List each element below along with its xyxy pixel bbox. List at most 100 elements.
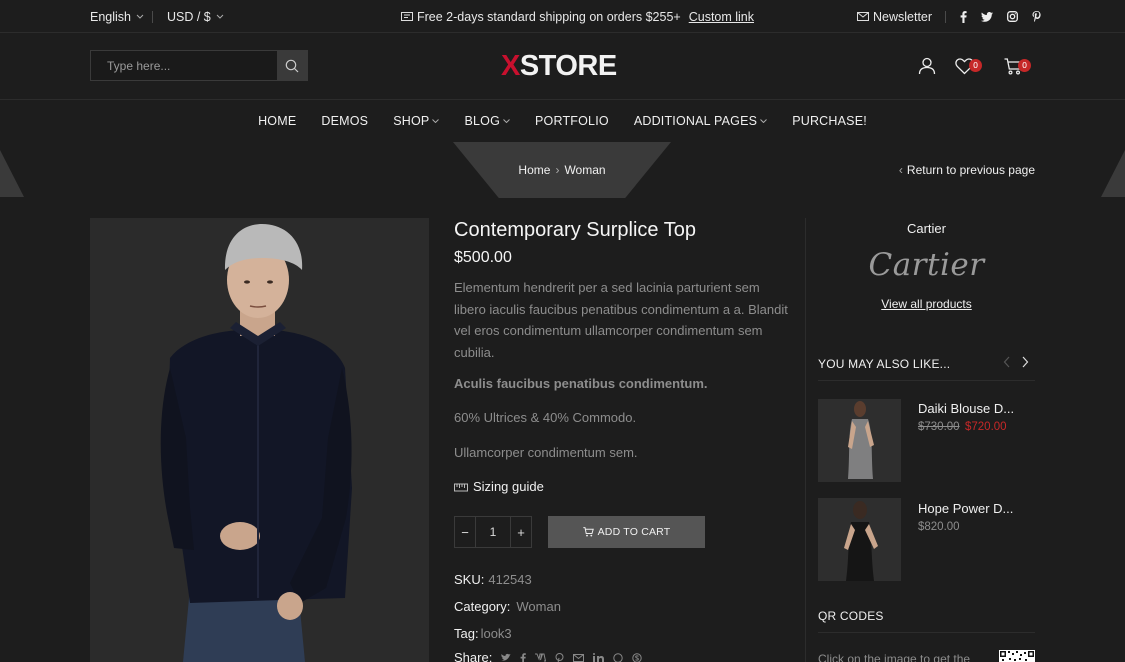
sizing-guide-link[interactable]: Sizing guide (454, 479, 544, 494)
decrease-button[interactable]: − (455, 517, 475, 547)
breadcrumb-separator: › (555, 163, 560, 177)
account-button[interactable] (915, 54, 939, 78)
product-thumbnail[interactable] (818, 498, 901, 581)
vk-icon[interactable] (535, 653, 547, 662)
nav-label: SHOP (393, 114, 430, 128)
currency-selector[interactable]: USD / $ (167, 0, 224, 33)
product-thumbnail-photo (818, 498, 901, 581)
product-image[interactable] (90, 218, 429, 662)
search-input[interactable] (91, 51, 278, 80)
chevron-down-icon (503, 119, 510, 123)
share-row: Share: (454, 650, 643, 662)
divider (945, 11, 946, 23)
twitter-icon[interactable] (981, 11, 993, 22)
nav-label: PORTFOLIO (535, 114, 609, 128)
social-links (960, 0, 1041, 33)
related-item-price: $820.00 (918, 521, 960, 533)
instagram-icon[interactable] (1007, 11, 1018, 22)
breadcrumb-current[interactable]: Woman (564, 163, 605, 177)
nav-label: HOME (258, 114, 297, 128)
product-thumbnail-photo (818, 399, 901, 482)
sku-row: SKU: 412543 (454, 572, 532, 587)
qr-code-image[interactable] (999, 650, 1035, 662)
brand-logo[interactable]: Cartier (818, 247, 1035, 283)
nav-item-home[interactable]: HOME (258, 114, 296, 128)
facebook-icon[interactable] (960, 10, 967, 23)
return-label: Return to previous page (906, 163, 1035, 177)
product-photo (90, 218, 429, 662)
decor-triangle-left (0, 150, 24, 197)
return-link[interactable]: ‹ Return to previous page (880, 160, 1035, 180)
chevron-left-icon[interactable] (1003, 356, 1011, 368)
breadcrumb-home[interactable]: Home (518, 163, 550, 177)
qr-codes-title: QR CODES (818, 609, 884, 623)
breadcrumb: Home › Woman (453, 142, 671, 198)
you-may-also-like-title: YOU MAY ALSO LIKE... (818, 357, 951, 371)
envelope-icon (857, 12, 869, 21)
cart-count-badge: 0 (1018, 59, 1031, 72)
nav-label: BLOG (464, 114, 500, 128)
ticket-icon (401, 12, 413, 21)
product-thumbnail[interactable] (818, 399, 901, 482)
section-divider (818, 380, 1035, 381)
product-highlight: Aculis faucibus penatibus condimentum. (454, 376, 708, 391)
tag-link[interactable]: look3 (481, 626, 512, 641)
product-description: Elementum hendrerit per a sed lacinia pa… (454, 280, 788, 360)
chevron-left-icon: ‹ (898, 163, 903, 177)
currency-label: USD / $ (167, 9, 211, 24)
add-to-cart-label: ADD TO CART (597, 526, 671, 538)
quantity-input[interactable]: 1 (475, 517, 511, 547)
quantity-stepper: − 1 + (454, 516, 532, 548)
sidebar-divider (805, 218, 806, 662)
logo-x: X (501, 49, 520, 82)
main-nav: HOME DEMOS SHOP BLOG PORTFOLIO ADDITIONA… (0, 101, 1125, 141)
category-link[interactable]: Woman (516, 599, 561, 614)
chevron-down-icon (760, 119, 768, 123)
brand-name: Cartier (906, 221, 946, 236)
nav-item-shop[interactable]: SHOP (393, 114, 440, 128)
language-label: English (90, 9, 131, 24)
nav-item-portfolio[interactable]: PORTFOLIO (535, 114, 609, 128)
facebook-icon[interactable] (520, 652, 527, 662)
user-icon (918, 57, 936, 75)
newsletter-link[interactable]: Newsletter (857, 0, 932, 33)
share-label: Share: (454, 650, 493, 662)
logo-text: STORE (519, 49, 617, 82)
qr-instruction: Click on the image to get the (818, 652, 971, 662)
related-item-name[interactable]: Daiki Blouse D... (918, 401, 1014, 416)
tag-row: Tag: look3 (454, 626, 512, 641)
language-selector[interactable]: English (90, 0, 144, 33)
chevron-down-icon (432, 119, 440, 123)
twitter-icon[interactable] (501, 653, 511, 662)
skype-icon[interactable] (632, 652, 643, 662)
search-button[interactable] (277, 51, 307, 80)
pinterest-icon[interactable] (555, 652, 564, 662)
nav-item-blog[interactable]: BLOG (464, 114, 510, 128)
pinterest-icon[interactable] (1032, 11, 1041, 22)
chevron-right-icon[interactable] (1021, 356, 1029, 368)
wishlist-button[interactable]: 0 (952, 54, 982, 78)
search-box (90, 50, 308, 81)
decor-triangle-right (1101, 150, 1125, 197)
ruler-icon (454, 483, 468, 491)
product-note: Ullamcorper condimentum sem. (454, 445, 638, 460)
nav-item-demos[interactable]: DEMOS (321, 114, 368, 128)
cart-icon (582, 527, 594, 537)
nav-label: ADDITIONAL PAGES (633, 114, 758, 128)
whatsapp-icon[interactable] (613, 652, 624, 662)
tag-label: Tag: (454, 626, 479, 641)
nav-item-additional-pages[interactable]: ADDITIONAL PAGES (633, 114, 768, 128)
increase-button[interactable]: + (511, 517, 531, 547)
related-item-name[interactable]: Hope Power D... (918, 501, 1013, 516)
cart-button[interactable]: 0 (1001, 54, 1031, 78)
chevron-down-icon (136, 14, 144, 19)
category-label: Category: (454, 599, 511, 614)
linkedin-icon[interactable] (593, 652, 605, 662)
add-to-cart-button[interactable]: ADD TO CART (548, 516, 705, 548)
nav-item-purchase[interactable]: PURCHASE! (792, 114, 867, 128)
sku-label: SKU: (454, 572, 485, 587)
site-logo[interactable]: X STORE (501, 46, 617, 86)
custom-link[interactable]: Custom link (689, 10, 754, 24)
view-all-products-link[interactable]: View all products (818, 297, 1035, 311)
envelope-icon[interactable] (573, 653, 585, 662)
